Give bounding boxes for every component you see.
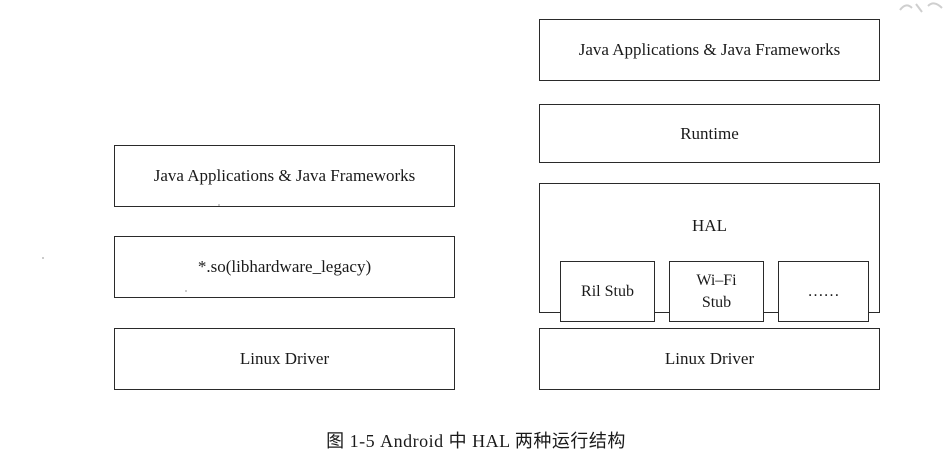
ril-stub-box: Ril Stub xyxy=(560,261,655,322)
ril-stub-label: Ril Stub xyxy=(581,282,634,300)
right-runtime-label: Runtime xyxy=(680,123,739,143)
scan-artifact xyxy=(892,0,952,14)
right-java-label: Java Applications & Java Frameworks xyxy=(578,40,841,59)
wifi-stub-label: Wi–Fi Stub xyxy=(696,271,737,311)
figure-caption: 图 1-5 Android 中 HAL 两种运行结构 xyxy=(326,431,626,451)
scan-speck xyxy=(42,257,44,259)
scan-speck xyxy=(218,204,220,206)
right-driver-layer: Linux Driver xyxy=(539,328,880,390)
wifi-stub-box: Wi–Fi Stub xyxy=(669,261,764,322)
left-java-label: Java Applications & Java Frameworks xyxy=(153,166,416,185)
left-driver-layer: Linux Driver xyxy=(114,328,455,390)
left-driver-label: Linux Driver xyxy=(239,349,330,368)
right-runtime-layer: Runtime xyxy=(539,104,880,163)
left-so-label: *.so(libhardware_legacy) xyxy=(197,257,372,276)
more-stub-label: …… xyxy=(807,282,840,300)
more-stub-box: …… xyxy=(778,261,869,322)
hal-label: HAL xyxy=(692,216,727,235)
left-so-layer: *.so(libhardware_legacy) xyxy=(114,236,455,298)
scan-speck xyxy=(185,290,187,292)
left-java-layer: Java Applications & Java Frameworks xyxy=(114,145,455,207)
right-driver-label: Linux Driver xyxy=(664,349,755,368)
right-java-layer: Java Applications & Java Frameworks xyxy=(539,19,880,81)
